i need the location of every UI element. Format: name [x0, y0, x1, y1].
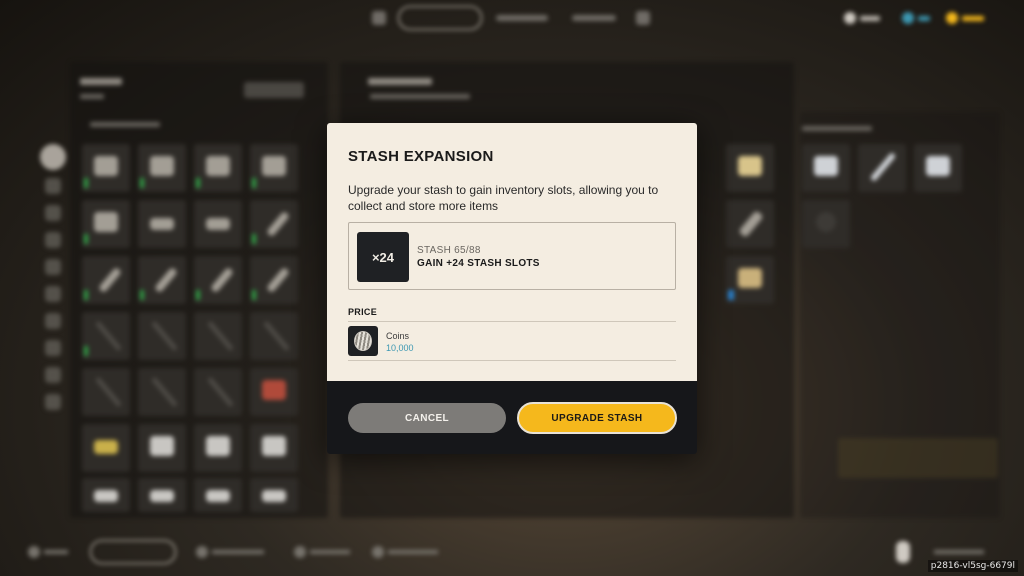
stash-gain-text: GAIN +24 STASH SLOTS [417, 258, 540, 269]
dialog-description: Upgrade your stash to gain inventory slo… [348, 183, 659, 213]
equipped-slot [802, 200, 850, 248]
stash-slot [138, 144, 186, 192]
price-currency-name: Coins [386, 331, 410, 341]
dialog-title: STASH EXPANSION [348, 148, 494, 165]
bottom-hint [196, 545, 264, 559]
equipped-slot [858, 144, 906, 192]
menu-icon [636, 11, 650, 25]
loadout-slot [726, 200, 774, 248]
panel-button [244, 82, 304, 98]
stash-slot [138, 200, 186, 248]
dialog-body: STASH EXPANSION Upgrade your stash to ga… [327, 123, 697, 381]
price-label: PRICE [348, 307, 378, 317]
stash-slot [138, 256, 186, 304]
stash-slot [194, 424, 242, 472]
coin-icon [348, 326, 378, 356]
stash-slot [250, 478, 298, 512]
bottom-hint [294, 545, 350, 559]
stash-slot [250, 256, 298, 304]
stash-slot [250, 368, 298, 416]
equipped-slot [802, 144, 850, 192]
category-icon [45, 259, 61, 275]
stash-slot [138, 368, 186, 416]
category-icon [45, 178, 61, 194]
cancel-button[interactable]: CANCEL [348, 403, 506, 433]
category-icon [45, 367, 61, 383]
bottom-hint [28, 545, 68, 559]
stash-slot [82, 368, 130, 416]
divider [348, 321, 676, 322]
category-icon [45, 205, 61, 221]
currency-display [946, 11, 984, 25]
category-icon [45, 232, 61, 248]
stash-slot [138, 312, 186, 360]
stash-slot [250, 312, 298, 360]
menu-icon [372, 11, 386, 25]
stash-slot [138, 478, 186, 512]
category-icon [40, 144, 66, 170]
stash-slot [194, 312, 242, 360]
price-amount: 10,000 [386, 343, 414, 353]
tab-active [398, 6, 482, 30]
stash-slot [250, 200, 298, 248]
bottom-hint [372, 545, 438, 559]
expansion-item-card: ×24 STASH 65/88 GAIN +24 STASH SLOTS [348, 222, 676, 290]
currency-display [902, 11, 930, 25]
loadout-slot [726, 144, 774, 192]
stash-slot [194, 200, 242, 248]
equipped-slot [914, 144, 962, 192]
bottom-tab-active [90, 540, 176, 564]
loadout-slot [726, 256, 774, 304]
stash-capacity-text: STASH 65/88 [417, 245, 481, 256]
side-panel-box [838, 438, 998, 478]
tab [572, 15, 616, 21]
stash-slot [82, 256, 130, 304]
category-icon [45, 286, 61, 302]
divider [348, 360, 676, 361]
stash-slot [82, 424, 130, 472]
upgrade-stash-button[interactable]: UPGRADE STASH [517, 402, 677, 434]
currency-display [844, 11, 880, 25]
stash-slot [82, 312, 130, 360]
category-icon [45, 313, 61, 329]
stash-slot [194, 368, 242, 416]
watermark-id: p2816-vl5sg-6679l [927, 560, 1018, 572]
stash-slots-thumbnail: ×24 [357, 232, 409, 282]
stash-slot [194, 144, 242, 192]
category-icon [45, 340, 61, 356]
stash-slot [82, 144, 130, 192]
stash-slot [194, 256, 242, 304]
stash-slot [250, 424, 298, 472]
stash-slot [82, 200, 130, 248]
stash-slot [194, 478, 242, 512]
stash-slot [138, 424, 186, 472]
bottom-hint [896, 541, 984, 563]
stash-expansion-dialog: STASH EXPANSION Upgrade your stash to ga… [327, 123, 697, 454]
stash-slot [250, 144, 298, 192]
top-navigation-bar [0, 0, 1024, 36]
category-icon [45, 394, 61, 410]
stash-slot [82, 478, 130, 512]
tab [496, 15, 548, 21]
